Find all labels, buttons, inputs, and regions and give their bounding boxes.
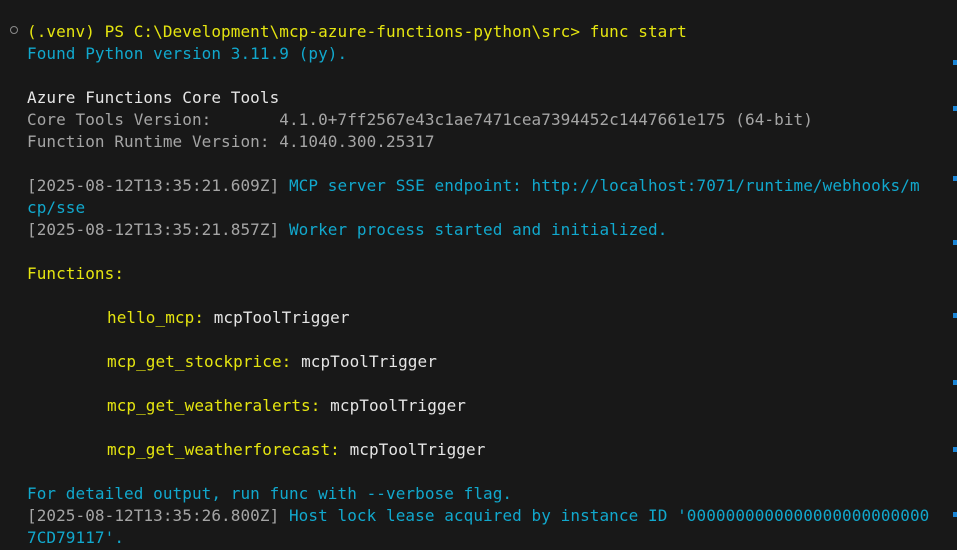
- function-item: hello_mcp: mcpToolTrigger: [27, 307, 952, 329]
- log-timestamp: [2025-08-12T13:35:21.857Z]: [27, 220, 280, 239]
- function-trigger: mcpToolTrigger: [213, 308, 350, 327]
- function-name: mcp_get_weatherforecast:: [107, 440, 340, 459]
- command-text: func start: [589, 22, 687, 41]
- core-tools-version: Core Tools Version: 4.1.0+7ff2567e43c1ae…: [27, 110, 813, 129]
- scrollbar-marker[interactable]: [953, 240, 957, 245]
- runtime-version: Function Runtime Version: 4.1040.300.253…: [27, 132, 435, 151]
- log-timestamp: [2025-08-12T13:35:26.800Z]: [27, 506, 280, 525]
- log-message: Host lock lease acquired by instance ID …: [288, 506, 930, 525]
- scrollbar-marker[interactable]: [953, 176, 957, 181]
- found-python-line: Found Python version 3.11.9 (py).: [27, 44, 348, 63]
- function-trigger: mcpToolTrigger: [330, 396, 467, 415]
- function-item: mcp_get_stockprice: mcpToolTrigger: [27, 351, 952, 373]
- core-tools-title: Azure Functions Core Tools: [27, 88, 280, 107]
- functions-header: Functions:: [27, 264, 125, 283]
- verbose-hint: For detailed output, run func with --ver…: [27, 484, 513, 503]
- scrollbar-marker[interactable]: [953, 380, 957, 385]
- scrollbar-marker[interactable]: [953, 447, 957, 452]
- function-name: mcp_get_weatheralerts:: [107, 396, 321, 415]
- prompt-line: (.venv) PS C:\Development\mcp-azure-func…: [27, 21, 952, 43]
- function-name: hello_mcp:: [107, 308, 205, 327]
- log-message: Worker process started and initialized.: [288, 220, 668, 239]
- function-trigger: mcpToolTrigger: [349, 440, 486, 459]
- log-line: [2025-08-12T13:35:21.857Z] Worker proces…: [27, 219, 952, 241]
- function-item: mcp_get_weatherforecast: mcpToolTrigger: [27, 439, 952, 461]
- log-line: [2025-08-12T13:35:26.800Z] Host lock lea…: [27, 505, 952, 527]
- terminal-panel[interactable]: (.venv) PS C:\Development\mcp-azure-func…: [0, 0, 957, 550]
- function-name: mcp_get_stockprice:: [107, 352, 292, 371]
- scrollbar-marker[interactable]: [953, 106, 957, 111]
- function-trigger: mcpToolTrigger: [301, 352, 437, 371]
- log-message: MCP server SSE endpoint: http://localhos…: [288, 176, 920, 195]
- log-message-wrap: cp/sse: [27, 198, 86, 217]
- scrollbar-marker[interactable]: [953, 512, 957, 517]
- log-timestamp: [2025-08-12T13:35:21.609Z]: [27, 176, 280, 195]
- log-line: [2025-08-12T13:35:21.609Z] MCP server SS…: [27, 175, 952, 197]
- log-message-wrap: 7CD79117'.: [27, 528, 125, 547]
- function-item: mcp_get_weatheralerts: mcpToolTrigger: [27, 395, 952, 417]
- scrollbar-marker[interactable]: [953, 313, 957, 318]
- terminal-output: (.venv) PS C:\Development\mcp-azure-func…: [27, 21, 952, 549]
- scrollbar-marker[interactable]: [953, 60, 957, 65]
- command-decoration-icon[interactable]: [10, 26, 18, 34]
- prompt-text: (.venv) PS C:\Development\mcp-azure-func…: [27, 22, 581, 41]
